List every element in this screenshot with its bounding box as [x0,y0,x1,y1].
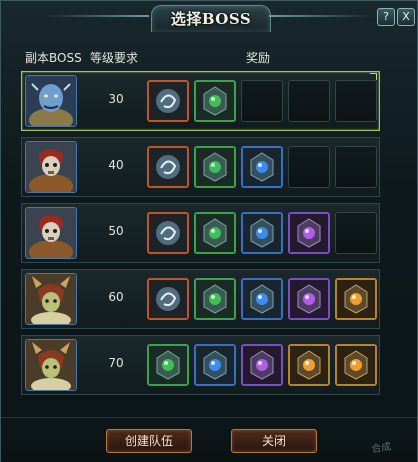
title-ornament-left [45,15,149,17]
swirl-orb-icon [149,148,187,186]
purple-gem-icon [290,214,328,252]
reward-slot-purple-gem[interactable] [288,212,330,254]
level-requirement: 50 [108,224,124,238]
reward-slot-blue-gem[interactable] [194,344,236,386]
reward-slot-blue-gem[interactable] [241,278,283,320]
reward-slot-empty [335,212,377,254]
reward-slot-swirl-orb[interactable] [147,80,189,122]
reward-slot-empty [288,80,330,122]
reward-slot-gold-gem[interactable] [335,344,377,386]
reward-slot-empty [288,146,330,188]
reward-slot-blue-gem[interactable] [241,146,283,188]
green-gem-icon [196,214,234,252]
boss-row-1[interactable]: 30 [21,71,380,131]
reward-slot-empty [335,80,377,122]
reward-slot-empty [241,80,283,122]
reward-slot-gold-gem[interactable] [335,278,377,320]
green-gem-icon [196,82,234,120]
boss-row-5[interactable]: 70 [21,335,380,395]
close-window-button[interactable]: X [397,8,415,26]
reward-slot-green-gem[interactable] [194,212,236,254]
swirl-orb-icon [149,214,187,252]
green-gem-icon [196,148,234,186]
reward-slot-green-gem[interactable] [194,146,236,188]
bottom-bar [1,417,417,462]
reward-slot-swirl-orb[interactable] [147,146,189,188]
boss-row-3[interactable]: 50 [21,203,380,263]
header-level-requirement: 等级要求 [90,51,139,65]
purple-gem-icon [290,280,328,318]
reward-slot-swirl-orb[interactable] [147,212,189,254]
reward-slot-green-gem[interactable] [194,278,236,320]
level-requirement: 40 [108,158,124,172]
boss-portrait-horned-shaman [25,339,77,391]
selected-corner-icon [370,73,377,80]
boss-portrait-skull-warrior [25,141,77,193]
title-ornament-right [269,15,373,17]
boss-row-2[interactable]: 40 [21,137,380,197]
window-title: 选择BOSS [170,10,252,28]
select-boss-window: 选择BOSS ? X 副本BOSS 等级要求 奖励 30 40 50 60 70… [0,0,418,462]
swirl-orb-icon [149,82,187,120]
close-button[interactable]: 关闭 [231,429,317,453]
watermark-text: 合成 [370,441,392,456]
help-button[interactable]: ? [377,8,395,26]
green-gem-icon [149,346,187,384]
green-gem-icon [196,280,234,318]
reward-slot-green-gem[interactable] [194,80,236,122]
blue-gem-icon [196,346,234,384]
reward-slot-swirl-orb[interactable] [147,278,189,320]
swirl-orb-icon [149,280,187,318]
header-boss: 副本BOSS [25,51,82,65]
reward-slot-purple-gem[interactable] [288,278,330,320]
reward-slot-green-gem[interactable] [147,344,189,386]
gold-gem-icon [290,346,328,384]
blue-gem-icon [243,280,281,318]
title-bar: 选择BOSS ? X [1,1,417,32]
level-requirement: 60 [108,290,124,304]
blue-gem-icon [243,148,281,186]
boss-row-4[interactable]: 60 [21,269,380,329]
level-requirement: 30 [108,92,124,106]
reward-slot-purple-gem[interactable] [241,344,283,386]
gold-gem-icon [337,346,375,384]
header-reward: 奖励 [246,51,271,65]
blue-gem-icon [243,214,281,252]
level-requirement: 70 [108,356,124,370]
reward-slot-empty [335,146,377,188]
gold-gem-icon [337,280,375,318]
boss-portrait-skull-warrior [25,207,77,259]
create-team-button[interactable]: 创建队伍 [106,429,192,453]
purple-gem-icon [243,346,281,384]
reward-slot-gold-gem[interactable] [288,344,330,386]
boss-portrait-horned-shaman [25,273,77,325]
reward-slot-blue-gem[interactable] [241,212,283,254]
boss-portrait-blue-ogre [25,75,77,127]
